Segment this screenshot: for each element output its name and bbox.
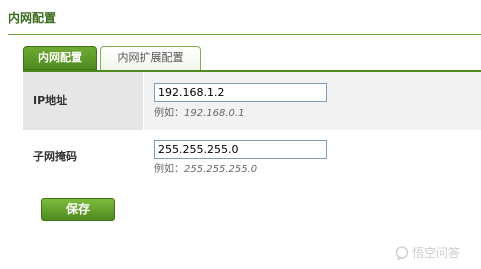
title-divider <box>8 34 481 35</box>
ip-address-input[interactable] <box>154 83 327 102</box>
tab-lan-extended-config[interactable]: 内网扩展配置 <box>100 46 201 70</box>
page-title: 内网配置 <box>8 11 57 25</box>
tab-lan-config[interactable]: 内网配置 <box>23 46 97 70</box>
mask-hint-prefix: 例如： <box>154 164 184 175</box>
watermark-text: 悟空问答 <box>412 246 461 260</box>
save-button[interactable]: 保存 <box>41 198 115 221</box>
ip-hint-example: 192.168.0.1 <box>184 108 245 119</box>
ip-hint: 例如：192.168.0.1 <box>154 104 244 119</box>
watermark: 悟空问答 <box>395 244 460 261</box>
mask-hint-example: 255.255.255.0 <box>184 164 258 175</box>
cell-divider <box>143 72 144 130</box>
ip-label: IP地址 <box>23 72 143 130</box>
mask-hint: 例如：255.255.255.0 <box>154 160 257 175</box>
chat-bubble-icon <box>395 245 409 260</box>
mask-label: 子网掩码 <box>33 150 77 163</box>
ip-hint-prefix: 例如： <box>154 108 184 119</box>
subnet-mask-input[interactable] <box>154 140 327 159</box>
